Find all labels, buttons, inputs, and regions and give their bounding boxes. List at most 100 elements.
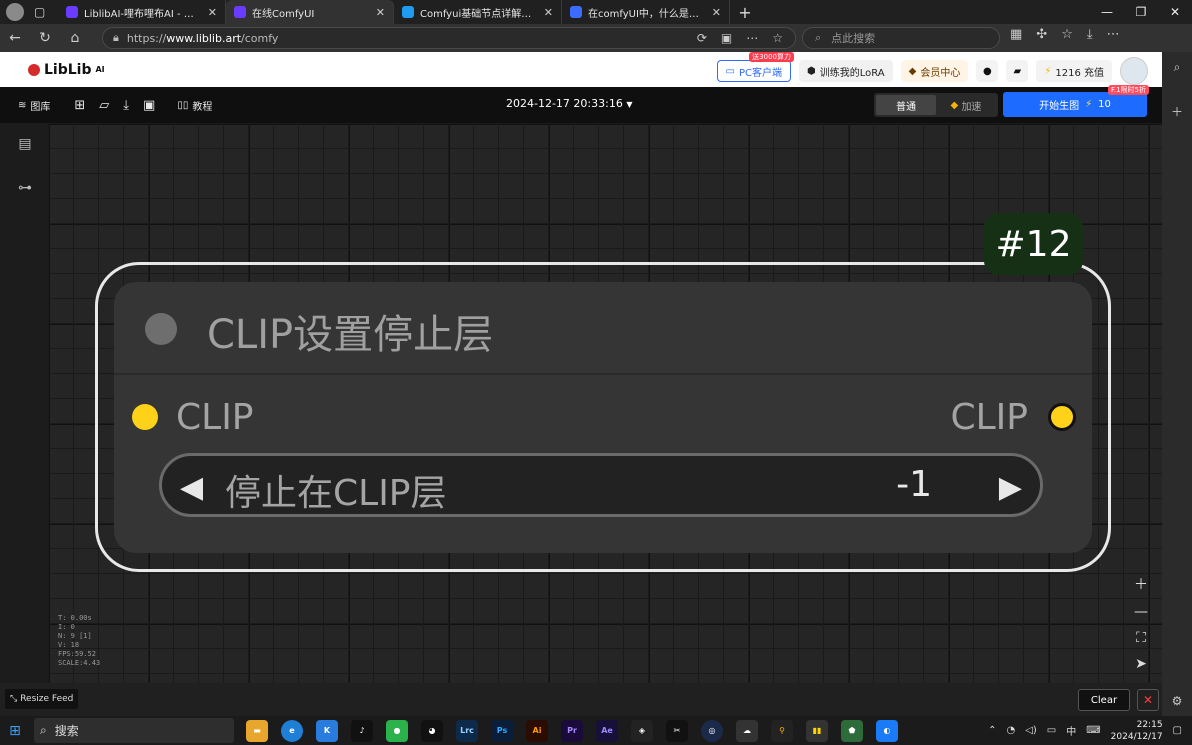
train-lora-button[interactable]: ⬢ 训练我的LoRA bbox=[798, 60, 893, 82]
premiere-icon[interactable]: Pr bbox=[561, 719, 583, 742]
chart-app-icon[interactable]: ▮▮ bbox=[806, 719, 828, 742]
resize-feed-button[interactable]: ⤡ Resize Feed bbox=[5, 689, 79, 709]
node-tree-icon[interactable]: ⊶ bbox=[16, 180, 34, 198]
zoom-out-icon[interactable]: — bbox=[1128, 604, 1154, 620]
locate-icon[interactable]: ➤ bbox=[1128, 656, 1154, 672]
python-icon[interactable]: ⬟ bbox=[841, 719, 863, 742]
tab-actions-icon[interactable]: ▢ bbox=[34, 5, 45, 19]
input-method-icon[interactable]: ⌨ bbox=[1086, 725, 1100, 736]
file-explorer-icon[interactable]: ▬ bbox=[246, 719, 268, 742]
node-collapse-dot[interactable] bbox=[145, 313, 177, 345]
tab-close-icon[interactable]: ✕ bbox=[376, 6, 385, 19]
lightroom-icon[interactable]: Lrc bbox=[456, 719, 478, 742]
photoshop-icon[interactable]: Ps bbox=[491, 719, 513, 742]
new-tab-button[interactable]: + bbox=[730, 0, 760, 24]
fit-view-icon[interactable]: ⛶ bbox=[1128, 630, 1154, 646]
gallery-button[interactable]: ≋ 图库 bbox=[18, 98, 50, 113]
c4d-icon[interactable]: ◎ bbox=[701, 719, 723, 742]
windows-taskbar: ⊞ ⌕ 搜索 ▬ e K ♪ ● ◕ Lrc Ps Ai Pr Ae ◈ ✂ ◎… bbox=[0, 716, 1192, 745]
browser-menu-icon[interactable]: ⋯ bbox=[1107, 27, 1120, 42]
node-header[interactable]: CLIP设置停止层 bbox=[114, 282, 1092, 375]
decrement-arrow-icon[interactable]: ◀ bbox=[180, 470, 203, 505]
start-generate-button[interactable]: 开始生图 ⚡ 10 F.1限时5折 bbox=[1003, 85, 1149, 117]
tab-liblib-home[interactable]: LiblibAI-哩布哩布AI - 中国领先的 ✕ bbox=[58, 0, 226, 24]
message-icon[interactable]: ● bbox=[976, 60, 999, 82]
url-field[interactable]: 🔒︎ https://www.liblib.art/comfy ⟳ ▣ ⋯ ☆ bbox=[102, 27, 796, 49]
more-icon[interactable]: ⋯ bbox=[746, 31, 758, 45]
clip-set-last-layer-node[interactable]: CLIP设置停止层 CLIP CLIP ◀ 停止在CLIP层 -1 ▶ bbox=[114, 282, 1092, 553]
favorites-icon[interactable]: ☆ bbox=[1061, 27, 1073, 42]
wifi-icon[interactable]: ◔ bbox=[1006, 725, 1015, 736]
cloud-app-icon[interactable]: ☁ bbox=[736, 719, 758, 742]
download-icon[interactable]: ⤓ bbox=[1087, 27, 1093, 42]
liblib-logo[interactable]: LibLib AI bbox=[28, 62, 105, 78]
profile-avatar[interactable] bbox=[6, 3, 24, 21]
add-icon[interactable]: ＋ bbox=[1171, 103, 1183, 120]
favorite-star-icon[interactable]: ☆ bbox=[772, 31, 783, 45]
k-app-icon[interactable]: K bbox=[316, 719, 338, 742]
home-icon[interactable]: ⌂ bbox=[60, 30, 90, 46]
folder-icon[interactable]: ▰ bbox=[1006, 60, 1029, 82]
taskbar-clock[interactable]: 22:15 2024/12/17 bbox=[1111, 719, 1163, 743]
back-icon[interactable]: ← bbox=[0, 30, 30, 46]
stop-at-clip-layer-widget[interactable]: ◀ 停止在CLIP层 -1 ▶ bbox=[159, 453, 1043, 517]
left-rail: ▤ ⊶ bbox=[0, 123, 48, 683]
queue-list-icon[interactable]: ▤ bbox=[16, 136, 34, 154]
refresh-icon[interactable]: ↻ bbox=[30, 30, 60, 46]
translate-icon[interactable]: ⟳ bbox=[697, 31, 707, 45]
tray-chevron-icon[interactable]: ⌃ bbox=[988, 725, 996, 736]
tab-online-comfyui[interactable]: 在线ComfyUI ✕ bbox=[226, 0, 394, 24]
minimize-icon[interactable]: — bbox=[1090, 5, 1124, 19]
after-effects-icon[interactable]: Ae bbox=[596, 719, 618, 742]
restore-icon[interactable]: ❐ bbox=[1124, 5, 1158, 19]
search-tool-icon[interactable]: ⚲ bbox=[771, 719, 793, 742]
taskbar-search[interactable]: ⌕ 搜索 bbox=[34, 718, 234, 743]
mode-fast-button[interactable]: ◆ 加速 bbox=[936, 95, 996, 115]
clip-input-slot[interactable] bbox=[132, 404, 158, 430]
notification-icon[interactable]: ▢ bbox=[1173, 725, 1182, 736]
close-feed-icon[interactable]: ✕ bbox=[1137, 689, 1159, 711]
taskbar-search-label: 搜索 bbox=[54, 724, 79, 738]
zoom-in-icon[interactable]: ＋ bbox=[1128, 574, 1154, 594]
windows-start-icon[interactable]: ⊞ bbox=[0, 723, 30, 739]
tutorial-button[interactable]: ▯▯ 教程 bbox=[177, 98, 212, 113]
save-icon[interactable]: ▣ bbox=[143, 98, 155, 113]
tab-close-icon[interactable]: ✕ bbox=[208, 6, 217, 19]
blue-app-icon[interactable]: ◐ bbox=[876, 719, 898, 742]
battery-icon[interactable]: ▭ bbox=[1047, 725, 1056, 736]
volume-icon[interactable]: ◁) bbox=[1025, 725, 1037, 736]
edge-browser-icon[interactable]: e bbox=[281, 719, 303, 742]
illustrator-icon[interactable]: Ai bbox=[526, 719, 548, 742]
extensions-puzzle-icon[interactable]: ✣ bbox=[1036, 27, 1047, 42]
reader-icon[interactable]: ▣ bbox=[721, 31, 732, 45]
gear-icon[interactable]: ⚙ bbox=[1172, 694, 1183, 708]
increment-arrow-icon[interactable]: ▶ bbox=[999, 470, 1022, 505]
davinci-icon[interactable]: ◈ bbox=[631, 719, 653, 742]
tab-clip-question[interactable]: 在comfyUI中，什么是CLIP设置停 ✕ bbox=[562, 0, 730, 24]
mode-normal-button[interactable]: 普通 bbox=[876, 95, 936, 115]
tab-comfyui-nodes-article[interactable]: Comfyui基础节点详解——条件_ ✕ bbox=[394, 0, 562, 24]
qq-icon[interactable]: ◕ bbox=[421, 719, 443, 742]
capcut-icon[interactable]: ✂ bbox=[666, 719, 688, 742]
search-icon[interactable]: ⌕ bbox=[1174, 60, 1181, 75]
browser-search-input[interactable]: ⌕ 点此搜索 bbox=[802, 27, 1000, 49]
history-dropdown[interactable]: 2024-12-17 20:33:16 ▼ bbox=[506, 97, 632, 110]
tab-close-icon[interactable]: ✕ bbox=[544, 6, 553, 19]
recharge-button[interactable]: ⚡ 1216 充值 bbox=[1036, 60, 1112, 82]
ime-indicator[interactable]: 中 bbox=[1066, 723, 1076, 738]
pc-client-button[interactable]: ▭ PC客户端 送3000算力 bbox=[716, 52, 794, 82]
download-icon[interactable]: ⤓ bbox=[123, 98, 129, 113]
open-folder-icon[interactable]: ▱ bbox=[99, 98, 109, 113]
close-window-icon[interactable]: ✕ bbox=[1158, 5, 1192, 19]
clear-button[interactable]: Clear bbox=[1078, 689, 1130, 711]
tab-close-icon[interactable]: ✕ bbox=[712, 6, 721, 19]
new-file-icon[interactable]: ⊞ bbox=[74, 98, 85, 113]
wechat-icon[interactable]: ● bbox=[386, 719, 408, 742]
tiktok-icon[interactable]: ♪ bbox=[351, 719, 373, 742]
clip-output-slot[interactable] bbox=[1048, 403, 1076, 431]
widget-value[interactable]: -1 bbox=[896, 464, 932, 505]
pc-badge: 送3000算力 bbox=[749, 52, 794, 62]
extension-icon[interactable]: ▦ bbox=[1010, 27, 1022, 42]
vip-center-button[interactable]: ◆ 会员中心 bbox=[900, 60, 969, 82]
user-avatar[interactable] bbox=[1120, 57, 1148, 85]
